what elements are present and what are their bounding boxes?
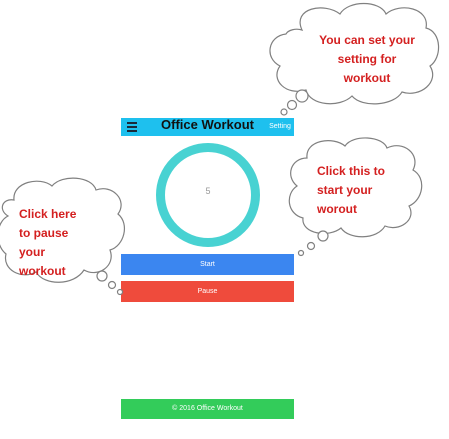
hamburger-menu-icon[interactable] — [127, 122, 137, 132]
pause-button[interactable]: Pause — [121, 281, 294, 302]
callout-line: workout — [19, 264, 66, 278]
settings-callout: You can set your setting for workout — [262, 0, 442, 118]
app-title: Office Workout — [161, 117, 254, 132]
callout-line: your — [19, 245, 46, 259]
footer: © 2016 Office Workout — [121, 399, 294, 419]
callout-line: You can set your — [319, 33, 415, 47]
callout-line: Click this to — [317, 164, 386, 178]
callout-line: Click here — [19, 207, 77, 221]
callout-line: start your — [317, 183, 373, 197]
start-button[interactable]: Start — [121, 254, 294, 275]
timer-value: 5 — [205, 186, 211, 196]
callout-line: worout — [317, 202, 357, 216]
start-callout: Click this to start your worout — [287, 136, 423, 258]
callout-line: setting for — [337, 52, 397, 66]
callout-line: to pause — [19, 226, 69, 240]
setting-link[interactable]: Setting — [266, 122, 294, 131]
callout-line: workout — [343, 71, 391, 85]
pause-callout: Click here to pause your workout — [0, 174, 130, 300]
